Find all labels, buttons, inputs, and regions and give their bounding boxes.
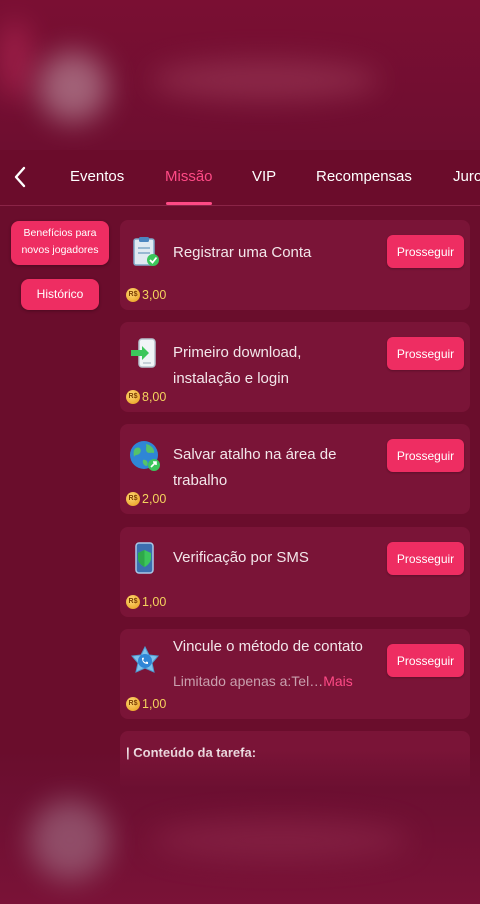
prosseguir-button[interactable]: Prosseguir (387, 337, 464, 370)
reward-value: 8,00 (142, 390, 167, 404)
reward-value: 3,00 (142, 288, 167, 302)
coin-icon: R$ (126, 390, 140, 404)
blurred-footer-region (0, 750, 480, 904)
clipboard-check-icon (128, 234, 162, 268)
reward-value: 1,00 (142, 697, 167, 711)
globe-shortcut-icon (128, 438, 162, 472)
prosseguir-button[interactable]: Prosseguir (387, 542, 464, 575)
tab-eventos[interactable]: Eventos (70, 168, 124, 185)
task-reward: R$ 1,00 (126, 697, 166, 711)
prosseguir-button[interactable]: Prosseguir (387, 439, 464, 472)
sidebar-item-beneficios[interactable]: Benefícios para novos jogadores (11, 221, 109, 265)
task-reward: R$ 2,00 (126, 492, 166, 506)
coin-icon: R$ (126, 288, 140, 302)
sidebar-item-label: Benefícios para (23, 227, 97, 239)
more-link[interactable]: Mais (323, 673, 353, 689)
sidebar-item-historico[interactable]: Histórico (21, 279, 99, 310)
contact-phone-icon (128, 645, 162, 679)
tab-juro[interactable]: Juro (453, 168, 480, 185)
task-subtitle: Limitado apenas a:Tel…Mais (173, 673, 353, 689)
chevron-left-icon[interactable] (8, 164, 32, 190)
task-title: Verificação por SMS (173, 549, 309, 566)
phone-shield-icon (128, 541, 162, 575)
task-subtitle-text: Limitado apenas a:Tel… (173, 673, 324, 689)
active-tab-indicator (166, 202, 212, 205)
coin-icon: R$ (126, 492, 140, 506)
coin-icon: R$ (126, 595, 140, 609)
task-card: Verificação por SMS R$ 1,00 Prosseguir (120, 527, 470, 617)
task-title: Salvar atalho na área de trabalho (173, 446, 337, 489)
task-reward: R$ 1,00 (126, 595, 166, 609)
task-card: Registrar uma Conta R$ 3,00 Prosseguir (120, 220, 470, 310)
reward-value: 2,00 (142, 492, 167, 506)
task-title: Vincule o método de contato (173, 638, 363, 655)
task-title: Registrar uma Conta (173, 244, 312, 261)
task-card: Vincule o método de contato Limitado ape… (120, 629, 470, 719)
tab-missao[interactable]: Missão (165, 168, 213, 185)
tab-vip[interactable]: VIP (252, 168, 276, 185)
tab-recompensas[interactable]: Recompensas (316, 168, 412, 185)
sidebar-item-label: Histórico (36, 287, 84, 301)
reward-value: 1,00 (142, 595, 167, 609)
prosseguir-button[interactable]: Prosseguir (387, 235, 464, 268)
tab-bar: Eventos Missão VIP Recompensas Juro (0, 150, 480, 206)
sidebar-item-label: novos jogadores (21, 244, 99, 256)
task-title: Primeiro download, instalação e login (173, 344, 302, 387)
task-card: Primeiro download, instalação e login R$… (120, 322, 470, 412)
prosseguir-button[interactable]: Prosseguir (387, 644, 464, 677)
task-reward: R$ 8,00 (126, 390, 166, 404)
task-card: Salvar atalho na área de trabalho R$ 2,0… (120, 424, 470, 514)
blurred-header-region (0, 0, 480, 150)
task-reward: R$ 3,00 (126, 288, 166, 302)
phone-download-icon (128, 336, 162, 370)
coin-icon: R$ (126, 697, 140, 711)
